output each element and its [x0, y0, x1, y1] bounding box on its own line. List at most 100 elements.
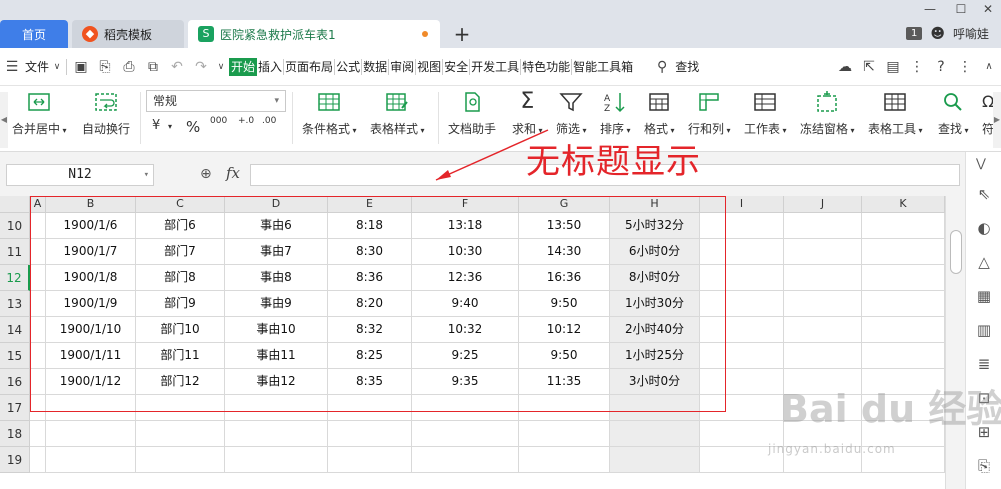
row-header-18[interactable]: 18: [0, 421, 30, 447]
cell-j16[interactable]: [784, 369, 862, 395]
cell-h19[interactable]: [610, 447, 700, 473]
tab-docer-template[interactable]: ◆ 稻壳模板: [72, 20, 184, 48]
cell-k13[interactable]: [862, 291, 945, 317]
row-header-14[interactable]: 14: [0, 317, 30, 343]
more-vertical-icon[interactable]: ⋮: [953, 59, 977, 75]
menu-developer[interactable]: 开发工具: [470, 58, 520, 76]
menu-security[interactable]: 安全: [443, 58, 469, 76]
menu-special-features[interactable]: 特色功能: [521, 58, 571, 76]
help-icon[interactable]: ?: [929, 59, 953, 75]
minimize-icon[interactable]: —: [920, 2, 940, 16]
avatar-icon[interactable]: ☻: [930, 26, 945, 42]
export-icon[interactable]: ⎘: [93, 59, 117, 75]
cell-b19[interactable]: [46, 447, 136, 473]
cell-f18[interactable]: [412, 421, 519, 447]
cell-j14[interactable]: [784, 317, 862, 343]
cell-j11[interactable]: [784, 239, 862, 265]
list-icon[interactable]: ≣: [974, 354, 994, 374]
menu-formulas[interactable]: 公式: [335, 58, 361, 76]
cell-f19[interactable]: [412, 447, 519, 473]
backup-icon[interactable]: ⊡: [974, 388, 994, 408]
name-box[interactable]: N12 ▾: [6, 164, 154, 186]
row-header-12[interactable]: 12: [0, 265, 30, 291]
style-icon[interactable]: △: [974, 252, 994, 272]
scrollbar-thumb[interactable]: [950, 230, 962, 274]
insert-function-button[interactable]: fx: [226, 164, 240, 182]
chevron-down-icon[interactable]: ∨: [50, 62, 64, 72]
more-dots-icon[interactable]: ⋮: [905, 59, 929, 75]
thousands-separator-icon[interactable]: 000: [210, 116, 227, 126]
cell-e19[interactable]: [328, 447, 412, 473]
cell-h18[interactable]: [610, 421, 700, 447]
cell-i18[interactable]: [700, 421, 784, 447]
comment-icon[interactable]: ▤: [881, 59, 905, 75]
worksheet-button[interactable]: 工作表 ▾: [744, 90, 787, 137]
decrease-decimal-icon[interactable]: .00: [262, 116, 276, 126]
cell-j15[interactable]: [784, 343, 862, 369]
cell-d19[interactable]: [225, 447, 328, 473]
row-header-15[interactable]: 15: [0, 343, 30, 369]
rows-columns-button[interactable]: 行和列 ▾: [688, 90, 731, 137]
row-header-11[interactable]: 11: [0, 239, 30, 265]
maximize-icon[interactable]: ☐: [951, 2, 971, 16]
cell-k14[interactable]: [862, 317, 945, 343]
wrap-text-button[interactable]: 自动换行: [82, 90, 130, 137]
cell-c18[interactable]: [136, 421, 225, 447]
table-style-button[interactable]: 表格样式 ▾: [370, 90, 425, 137]
cell-b18[interactable]: [46, 421, 136, 447]
cell-k10[interactable]: [862, 213, 945, 239]
column-header-k[interactable]: K: [862, 196, 945, 213]
cell-j10[interactable]: [784, 213, 862, 239]
cell-g18[interactable]: [519, 421, 610, 447]
collapse-sidebar-icon[interactable]: ⋁: [976, 156, 986, 170]
tab-home[interactable]: 首页: [0, 20, 68, 48]
user-name[interactable]: 呼喻娃: [953, 25, 989, 42]
page-count-badge[interactable]: 1: [906, 27, 923, 40]
print-preview-icon[interactable]: ⧉: [141, 59, 165, 75]
cell-d18[interactable]: [225, 421, 328, 447]
search-button[interactable]: 查找: [674, 58, 700, 76]
cloud-sync-icon[interactable]: ☁: [833, 59, 857, 75]
menu-home[interactable]: 开始: [229, 57, 258, 76]
currency-format-icon[interactable]: ¥: [152, 118, 160, 133]
column-header-j[interactable]: J: [784, 196, 862, 213]
cell-k19[interactable]: [862, 447, 945, 473]
find-button[interactable]: 查找 ▾: [938, 90, 969, 137]
number-format-select[interactable]: 常规 ▾: [146, 90, 286, 112]
row-header-10[interactable]: 10: [0, 213, 30, 239]
format-button[interactable]: 格式 ▾: [644, 90, 675, 137]
cell-j12[interactable]: [784, 265, 862, 291]
cell-j17[interactable]: [784, 395, 862, 421]
cell-k15[interactable]: [862, 343, 945, 369]
zoom-formula-icon[interactable]: ⊕: [200, 166, 212, 182]
table-tools-button[interactable]: 表格工具 ▾: [868, 90, 923, 137]
cell-c19[interactable]: [136, 447, 225, 473]
conditional-format-button[interactable]: 条件格式 ▾: [302, 90, 357, 137]
menu-review[interactable]: 审阅: [389, 58, 415, 76]
menu-page-layout[interactable]: 页面布局: [284, 58, 334, 76]
shapes-icon[interactable]: ◐: [974, 218, 994, 238]
redo-icon[interactable]: ↷: [189, 59, 213, 75]
share-icon[interactable]: ⇱: [857, 59, 881, 75]
row-header-13[interactable]: 13: [0, 291, 30, 317]
sort-button[interactable]: AZ 排序 ▾: [600, 90, 631, 137]
share-doc-icon[interactable]: ⎘: [974, 456, 994, 476]
cell-i19[interactable]: [700, 447, 784, 473]
vertical-scrollbar[interactable]: [945, 196, 965, 489]
row-header-19[interactable]: 19: [0, 447, 30, 473]
freeze-panes-button[interactable]: 冻结窗格 ▾: [800, 90, 855, 137]
cell-k12[interactable]: [862, 265, 945, 291]
collapse-ribbon-icon[interactable]: ∧: [977, 61, 1001, 72]
cell-k11[interactable]: [862, 239, 945, 265]
ribbon-scroll-left-icon[interactable]: ◀: [0, 92, 8, 148]
percent-format-icon[interactable]: %: [186, 118, 200, 136]
menu-icon[interactable]: ☰: [0, 59, 24, 75]
cell-k18[interactable]: [862, 421, 945, 447]
cell-k17[interactable]: [862, 395, 945, 421]
customize-icon[interactable]: ∨: [213, 62, 229, 72]
cell-j18[interactable]: [784, 421, 862, 447]
file-menu[interactable]: 文件: [24, 58, 50, 76]
menu-view[interactable]: 视图: [416, 58, 442, 76]
menu-data[interactable]: 数据: [362, 58, 388, 76]
menu-smart-toolbox[interactable]: 智能工具箱: [572, 58, 634, 76]
